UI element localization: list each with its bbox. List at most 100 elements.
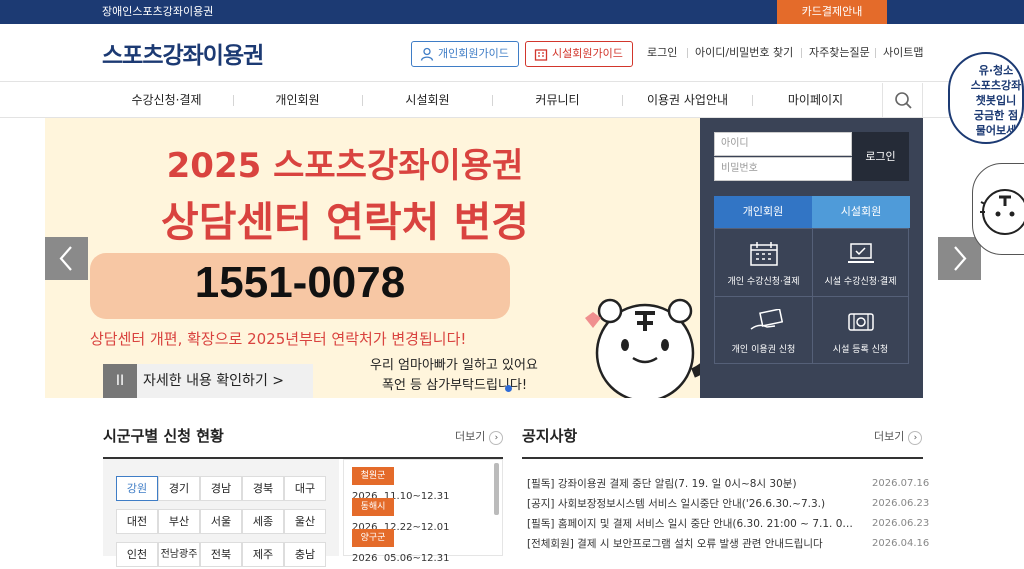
banner-subtitle: 상담센터 개편, 확장으로 2025년부터 연락처가 변경됩니다! — [90, 330, 467, 348]
area-badge: 양구군 — [352, 529, 394, 547]
login-password-input[interactable]: 비밀번호 — [714, 157, 852, 181]
more-label: 더보기 — [874, 430, 905, 443]
top-bar: 장애인스포츠강좌이용권 카드결제안내 — [0, 0, 1024, 24]
facility-registration-menu[interactable]: 시설 등록 신청 — [812, 297, 909, 365]
schedule-row[interactable]: 양구군 2026 05.06~12.31 — [352, 529, 492, 564]
sitemap-link[interactable]: 사이트맵 — [875, 44, 923, 62]
region-gyeongnam[interactable]: 경남 — [200, 476, 242, 501]
facility-course-payment-menu[interactable]: 시설 수강신청·결제 — [812, 229, 909, 297]
notice-item[interactable]: [전체회원] 결제 시 보안프로그램 설치 오류 발생 관련 안내드립니다 — [527, 536, 857, 551]
schedule-row[interactable]: 철원군2026 11.10~12.31 — [352, 467, 492, 502]
nav-divider — [622, 95, 623, 106]
login-link[interactable]: 로그인 — [647, 44, 677, 62]
menu-label: 시설 수강신청·결제 — [824, 277, 897, 287]
chatbot-text-line: 유·청소 — [978, 64, 1014, 77]
region-gangwon[interactable]: 강원 — [116, 476, 158, 501]
region-jeonbuk[interactable]: 전북 — [200, 542, 242, 567]
application-schedule-list: 철원군2026 11.10~12.31 동해시2026 12.22~12.01 … — [343, 459, 503, 564]
login-submit-button[interactable]: 로그인 — [852, 132, 909, 181]
find-label: 아이디/비밀번호 찾기 — [695, 46, 794, 59]
separator — [801, 48, 802, 58]
chatbot-text-line: 궁금한 점 — [973, 109, 1019, 122]
facility-member-guide-button[interactable]: 시설회원가이드 — [525, 41, 633, 67]
tiger-mascot-illustration — [585, 298, 700, 398]
region-jeonnam-gwangju[interactable]: 전남광주 — [158, 542, 200, 567]
notice-item[interactable]: [필독] 강좌이용권 결제 중단 알림(7. 19. 일 0시~8시 30분) — [527, 476, 857, 491]
nav-divider — [362, 95, 363, 106]
person-icon — [420, 47, 434, 61]
notice-date: 2026.07.16 — [872, 478, 930, 489]
nav-facility-member[interactable]: 시설회원 — [370, 83, 485, 117]
nav-divider — [492, 95, 493, 106]
banner-title-main: 상담센터 연락처 변경 — [160, 198, 530, 246]
schedule-year: 2026 — [352, 553, 378, 564]
schedule-period: 05.06~12.31 — [383, 553, 450, 564]
chatbot-text-line: 물어보세 — [975, 124, 1017, 137]
personal-voucher-apply-menu[interactable]: 개인 이용권 신청 — [715, 297, 812, 365]
calendar-icon — [750, 242, 778, 266]
card-payment-button[interactable]: 카드결제안내 — [777, 0, 887, 24]
separator — [687, 48, 688, 58]
tab-personal-member[interactable]: 개인회원 — [714, 196, 812, 228]
ticket-icon — [848, 313, 874, 331]
region-sejong[interactable]: 세종 — [242, 509, 284, 534]
personal-guide-label: 개인회원가이드 — [438, 47, 509, 60]
region-jeju[interactable]: 제주 — [242, 542, 284, 567]
region-daegu[interactable]: 대구 — [284, 476, 326, 501]
area-badge: 철원군 — [352, 467, 394, 485]
region-daejeon[interactable]: 대전 — [116, 509, 158, 534]
quick-menu-grid: 개인 수강신청·결제 시설 수강신청·결제 개인 이용권 신청 시설 등록 신청 — [714, 228, 909, 364]
slider-indicator-dot[interactable] — [505, 385, 512, 392]
region-status-title: 시군구별 신청 현황 — [103, 427, 224, 445]
region-gyeonggi[interactable]: 경기 — [158, 476, 200, 501]
faq-link[interactable]: 자주찾는질문 — [801, 44, 870, 62]
find-id-password-link[interactable]: 아이디/비밀번호 찾기 — [687, 44, 794, 62]
region-incheon[interactable]: 인천 — [116, 542, 158, 567]
personal-member-guide-button[interactable]: 개인회원가이드 — [411, 41, 519, 67]
section-divider — [522, 457, 923, 459]
chevron-right-icon: › — [489, 431, 504, 445]
nav-personal-member[interactable]: 개인회원 — [240, 83, 355, 117]
region-ulsan[interactable]: 울산 — [284, 509, 326, 534]
notice-item[interactable]: [공지] 사회보장정보시스템 서비스 일시중단 안내('26.6.30.~7.3… — [527, 496, 857, 511]
menu-label: 개인 수강신청·결제 — [727, 277, 800, 287]
chatbot-mascot[interactable] — [972, 163, 1024, 255]
slider-pause-button[interactable]: II — [103, 364, 137, 398]
schedule-row[interactable]: 동해시2026 12.22~12.01 — [352, 498, 492, 533]
nav-program-info[interactable]: 이용권 사업안내 — [630, 83, 745, 117]
area-badge: 동해시 — [352, 498, 394, 516]
login-id-input[interactable]: 아이디 — [714, 132, 852, 156]
site-logo[interactable]: 스포츠강좌이용권 — [102, 36, 264, 70]
notice-item[interactable]: [필독] 홈페이지 및 결제 서비스 일시 중단 안내(6.30. 21:00 … — [527, 516, 857, 531]
schedule-scrollbar[interactable] — [494, 463, 499, 515]
region-busan[interactable]: 부산 — [158, 509, 200, 534]
main-banner[interactable]: 2025 스포츠강좌이용권 상담센터 연락처 변경 1551-0078 상담센터… — [45, 118, 700, 398]
main-navigation: 수강신청·결제 개인회원 시설회원 커뮤니티 이용권 사업안내 마이페이지 — [0, 83, 1024, 118]
nav-my-page[interactable]: 마이페이지 — [758, 83, 873, 117]
laptop-icon — [848, 243, 874, 263]
personal-course-payment-menu[interactable]: 개인 수강신청·결제 — [715, 229, 812, 297]
faq-label: 자주찾는질문 — [809, 46, 870, 59]
notice-more-link[interactable]: 더보기 › — [874, 428, 923, 445]
menu-label: 시설 등록 신청 — [832, 345, 889, 355]
disabled-sports-voucher-link[interactable]: 장애인스포츠강좌이용권 — [102, 0, 213, 24]
nav-divider — [752, 95, 753, 106]
banner-detail-link[interactable]: 자세한 내용 확인하기 > — [137, 364, 313, 398]
banner-title-year: 2025 스포츠강좌이용권 — [166, 146, 524, 186]
region-chungnam[interactable]: 충남 — [284, 542, 326, 567]
notice-date: 2026.06.23 — [872, 498, 930, 509]
tab-facility-member[interactable]: 시설회원 — [812, 196, 910, 228]
chatbot-text-line: 챗봇입니 — [975, 94, 1017, 107]
notice-date: 2026.04.16 — [872, 538, 930, 549]
region-more-link[interactable]: 더보기 › — [455, 428, 504, 445]
chatbot-side-banner[interactable]: 유·청소 스포츠강좌 챗봇입니 궁금한 점 물어보세 — [948, 52, 1024, 144]
banner-prev-button[interactable] — [45, 237, 88, 280]
nav-course-application[interactable]: 수강신청·결제 — [105, 83, 228, 117]
region-seoul[interactable]: 서울 — [200, 509, 242, 534]
search-button[interactable] — [882, 83, 923, 118]
region-gyeongbuk[interactable]: 경북 — [242, 476, 284, 501]
notice-date: 2026.06.23 — [872, 518, 930, 529]
menu-label: 개인 이용권 신청 — [731, 345, 796, 355]
tiger-mascot-icon — [980, 189, 1024, 235]
nav-community[interactable]: 커뮤니티 — [500, 83, 615, 117]
